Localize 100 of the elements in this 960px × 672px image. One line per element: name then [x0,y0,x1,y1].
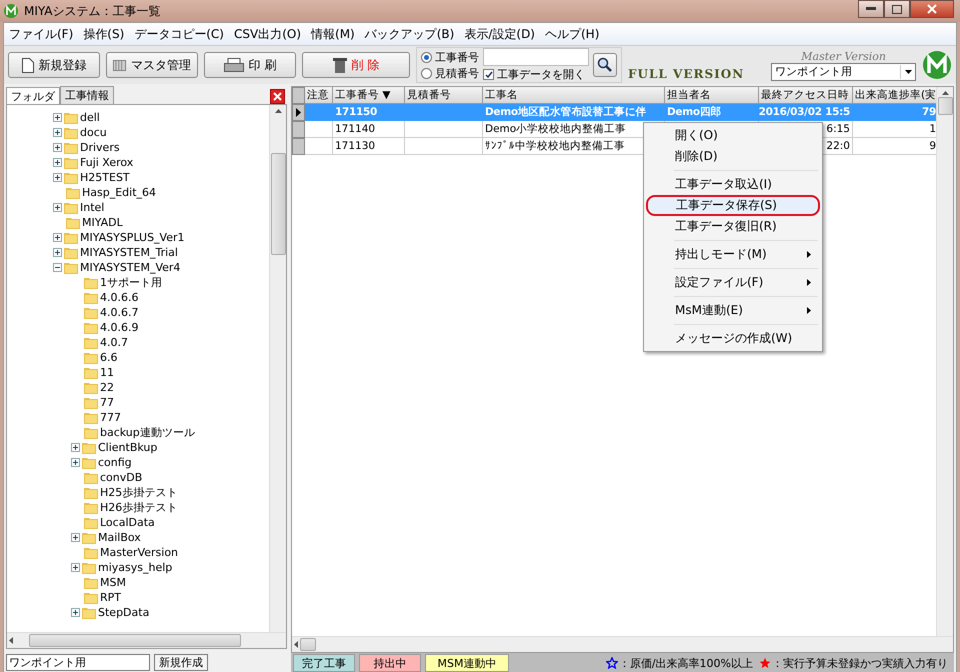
context-menu-item[interactable]: 持出しモード(M) [646,244,820,265]
folder-label[interactable]: 77 [100,396,114,409]
menu-item[interactable]: バックアップ(B) [360,26,460,42]
folder-label[interactable]: dell [80,111,100,124]
row-header[interactable] [292,104,305,121]
folder-label[interactable]: MasterVersion [100,546,178,559]
search-field[interactable] [483,48,589,66]
menu-item[interactable]: 情報(M) [306,26,360,42]
folder-label[interactable]: MIYASYSTEM_Trial [80,246,178,259]
context-menu-item[interactable]: 工事データ取込(I) [646,174,820,195]
delete-button[interactable]: 削 除 [302,52,410,78]
folder-label[interactable]: 4.0.7 [100,336,128,349]
expand-toggle[interactable] [53,248,62,257]
panel-tab[interactable]: フォルダ [6,87,60,104]
menu-item[interactable]: データコピー(C) [129,26,229,42]
open-data-checkbox[interactable]: 工事データを開く [483,67,589,82]
folder-label[interactable]: 777 [100,411,121,424]
expand-toggle[interactable] [53,203,62,212]
folder-label[interactable]: RPT [100,591,121,604]
menu-item[interactable]: CSV出力(O) [229,26,306,42]
menu-item[interactable]: 操作(S) [78,26,130,42]
folder-label[interactable]: Intel [80,201,104,214]
folder-label[interactable]: StepData [98,606,150,619]
close-button[interactable] [910,0,954,18]
create-button[interactable]: 新規作成 [154,654,208,670]
scroll-left-icon[interactable] [294,641,298,648]
column-header[interactable]: 担当者名 [665,87,759,104]
collapse-toggle[interactable] [53,263,62,272]
context-menu-item[interactable]: 工事データ復旧(R) [646,216,820,237]
column-header[interactable]: 見積番号 [405,87,483,104]
scrollbar-thumb[interactable] [29,634,241,647]
folder-label[interactable]: 22 [100,381,114,394]
menu-item[interactable]: 表示/設定(D) [459,26,540,42]
expand-toggle[interactable] [71,608,80,617]
column-header[interactable]: 工事番号 ▼ [333,87,405,104]
folder-label[interactable]: H25歩掛テスト [100,485,178,500]
column-header[interactable]: 注意 [305,87,333,104]
scroll-left-icon[interactable] [9,637,13,644]
scroll-up-icon[interactable] [274,109,282,113]
context-menu-item[interactable]: MsM連動(E) [646,300,820,321]
expand-toggle[interactable] [53,233,62,242]
folder-label[interactable]: MSM [100,576,126,589]
folder-label[interactable]: Fuji Xerox [80,156,134,169]
expand-toggle[interactable] [71,533,80,542]
expand-toggle[interactable] [53,128,62,137]
context-menu-item[interactable]: メッセージの作成(W) [646,328,820,349]
search-button[interactable] [593,53,617,77]
folder-label[interactable]: 4.0.6.6 [100,291,138,304]
folder-label[interactable]: convDB [100,471,142,484]
folder-icon [84,366,98,379]
maximize-button[interactable] [884,0,910,18]
folder-label[interactable]: LocalData [100,516,155,529]
folder-label[interactable]: 1サポート用 [100,275,162,290]
table-cell: 79 [853,104,936,121]
scrollbar-thumb[interactable] [270,153,286,255]
expand-toggle[interactable] [53,143,62,152]
expand-toggle[interactable] [53,158,62,167]
expand-toggle[interactable] [71,563,80,572]
folder-label[interactable]: MIYASYSPLUS_Ver1 [80,231,185,244]
folder-label[interactable]: ClientBkup [98,441,158,454]
column-header[interactable]: 工事名 [483,87,665,104]
plus-icon [72,444,79,451]
folder-label[interactable]: MIYADL [82,216,123,229]
scrollbar-thumb[interactable] [938,97,952,115]
column-header[interactable]: 最終アクセス日時 [759,87,853,104]
expand-toggle[interactable] [53,113,62,122]
scroll-up-icon[interactable] [942,91,948,95]
menu-item[interactable]: ファイル(F) [4,26,78,42]
minimize-button[interactable] [858,0,884,18]
context-menu-item[interactable]: 工事データ保存(S) [646,195,820,216]
folder-label[interactable]: MIYASYSTEM_Ver4 [80,261,180,274]
expand-toggle[interactable] [71,443,80,452]
search-type-radio[interactable]: 見積番号 [421,66,479,80]
master-button[interactable]: マスタ管理 [106,52,198,78]
scrollbar-thumb[interactable] [300,638,316,651]
folder-label[interactable]: 4.0.6.9 [100,321,138,334]
folder-label[interactable]: 11 [100,366,114,379]
mode-dropdown[interactable]: ワンポイント用 [771,62,916,80]
folder-label[interactable]: backup連動ツール [100,425,195,440]
column-header[interactable]: 出来高進捗率(実 [853,87,936,104]
close-panel-button[interactable] [270,89,285,104]
search-type-radio[interactable]: 工事番号 [421,50,479,64]
context-menu-item[interactable]: 設定ファイル(F) [646,272,820,293]
new-button[interactable]: 新規登録 [8,52,100,78]
menu-item[interactable]: ヘルプ(H) [540,26,604,42]
panel-tab[interactable]: 工事情報 [60,86,114,104]
folder-label[interactable]: Hasp_Edit_64 [82,186,156,199]
folder-label[interactable]: MailBox [98,531,141,544]
folder-label[interactable]: Drivers [80,141,120,154]
folder-label[interactable]: config [98,456,132,469]
name-field[interactable]: ワンポイント用 [6,654,150,670]
folder-label[interactable]: H25TEST [80,171,130,184]
expand-toggle[interactable] [71,458,80,467]
folder-label[interactable]: 4.0.6.7 [100,306,138,319]
print-button[interactable]: 印 刷 [204,52,296,78]
folder-label[interactable]: miyasys_help [98,561,172,574]
folder-label[interactable]: docu [80,126,107,139]
folder-label[interactable]: H26歩掛テスト [100,500,178,515]
expand-toggle[interactable] [53,173,62,182]
folder-label[interactable]: 6.6 [100,351,118,364]
